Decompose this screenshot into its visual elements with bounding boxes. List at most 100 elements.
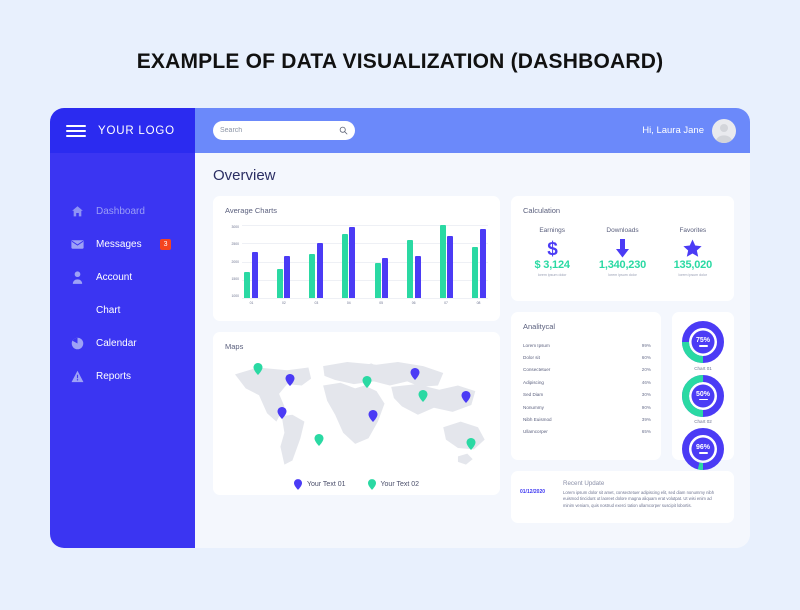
y-tick: 1000 <box>231 294 239 298</box>
bar-series-2 <box>349 226 356 298</box>
sidebar-item-reports[interactable]: Reports <box>50 360 195 393</box>
hamburger-icon[interactable] <box>66 124 86 137</box>
poster: EXAMPLE OF DATA VISUALIZATION (DASHBOARD… <box>0 0 800 610</box>
x-tick: 05 <box>379 301 384 305</box>
analytical-rows: Lorem Ipsum 99% Dolor sit 60% Consectetu… <box>511 331 661 438</box>
recent-update-date: 01/12/2020 <box>520 489 546 495</box>
section-heading: Overview <box>213 167 276 184</box>
map-legend-item-1: Your Text 01 <box>293 479 346 490</box>
donut-gauge: 96% <box>681 427 725 471</box>
map-legend: Your Text 01 Your Text 02 <box>213 473 500 490</box>
analytical-label: Consectetuer <box>523 367 551 373</box>
sidebar-item-account[interactable]: Account <box>50 261 195 294</box>
sidebar-label-dashboard: Dashboard <box>96 206 145 217</box>
bar-series-2 <box>382 257 389 298</box>
donut-label: Chart 02 <box>694 419 712 424</box>
bar-group <box>309 225 323 298</box>
download-arrow-icon <box>587 237 657 259</box>
person-icon <box>70 271 85 284</box>
sidebar-item-calendar[interactable]: Calendar <box>50 327 195 360</box>
map-pin[interactable] <box>253 362 263 375</box>
downloads-value: 1,340,230 <box>598 259 647 271</box>
bar-group <box>341 225 356 298</box>
world-map-shape <box>235 361 485 465</box>
bar-chart-y-axis: 3000 2500 2000 1500 1000 <box>222 225 242 311</box>
analytical-card: Analitycal Lorem Ipsum 99% Dolor sit 60%… <box>511 312 661 460</box>
map-pin[interactable] <box>461 390 471 404</box>
analytical-row: Lorem Ipsum 99% <box>523 339 651 351</box>
map-legend-label: Your Text 01 <box>306 481 346 488</box>
donut-center: 50% <box>681 374 725 418</box>
x-tick: 04 <box>346 301 351 305</box>
analytical-track <box>575 368 633 372</box>
y-tick: 2500 <box>231 242 239 247</box>
x-tick: 06 <box>411 301 416 305</box>
map-pin[interactable] <box>368 409 378 423</box>
analytical-value: 90% <box>641 404 651 410</box>
favorites-value: 135,020 <box>673 259 713 271</box>
analytical-label: Dolor sit <box>523 355 540 361</box>
analytical-track <box>575 405 633 409</box>
bar-group <box>439 225 454 298</box>
donut-label: Chart 01 <box>694 365 712 371</box>
search-box[interactable] <box>213 121 355 140</box>
x-tick: 03 <box>314 301 319 305</box>
recent-update-card: 01/12/2020 Recent Update Lorem ipsum dol… <box>511 471 734 523</box>
sidebar-item-messages[interactable]: Messages 3 <box>50 228 195 261</box>
top-bar-right: Hi, Laura Jane <box>195 108 750 153</box>
analytics-row: Analitycal Lorem Ipsum 99% Dolor sit 60%… <box>511 312 734 478</box>
analytical-track <box>575 393 633 397</box>
donut-value: 96% <box>695 444 710 452</box>
calculation-item-earnings: Earnings $ $ 3,124 lorem ipsum dolor <box>517 227 587 277</box>
envelope-icon <box>70 239 85 250</box>
donut-value: 75% <box>695 337 710 345</box>
star-icon <box>658 237 728 259</box>
bar-chart: 3000 2500 2000 1500 1000 01 02 03 04 05 … <box>213 215 500 311</box>
right-column: Calculation Earnings $ $ 3,124 lorem ips… <box>511 196 734 523</box>
left-column: Average Charts 3000 2500 2000 1500 1000 <box>213 196 500 523</box>
recent-update-title: Recent Update <box>563 480 605 487</box>
analytical-track <box>575 430 633 434</box>
y-tick: 3000 <box>231 225 239 229</box>
analytical-row: Consectetuer 20% <box>523 364 651 376</box>
map-pin[interactable] <box>466 437 476 451</box>
sidebar-item-chart[interactable]: Chart <box>50 294 195 327</box>
bar-series-1 <box>374 263 381 298</box>
analytical-value: 39% <box>641 417 651 423</box>
downloads-sub: lorem ipsum dolor <box>608 273 637 277</box>
map-pin[interactable] <box>410 367 420 380</box>
world-map[interactable] <box>223 355 490 473</box>
map-pin[interactable] <box>277 406 287 419</box>
analytical-title: Analitycal <box>523 322 556 331</box>
analytical-track <box>575 356 633 360</box>
svg-text:$: $ <box>547 239 558 258</box>
calculation-item-downloads: Downloads 1,340,230 lorem ipsum dolor <box>587 227 657 277</box>
search-icon[interactable] <box>339 126 348 135</box>
map-pin[interactable] <box>314 433 324 446</box>
bar-series-1 <box>341 234 348 298</box>
donut-item-1: 75% Chart 01 <box>672 320 734 371</box>
analytical-label: Lorem Ipsum <box>523 342 550 348</box>
avatar[interactable] <box>712 118 736 143</box>
analytical-row: Adipiscing 46% <box>523 376 651 388</box>
bar-series-2 <box>316 243 323 298</box>
map-legend-label: Your Text 02 <box>380 481 420 488</box>
bar-series-2 <box>251 252 258 298</box>
sidebar-item-dashboard[interactable]: Dashboard <box>50 195 195 228</box>
analytical-row: Sed Diam 30% <box>523 389 651 401</box>
analytical-track <box>575 418 633 422</box>
bar-group <box>244 225 258 298</box>
user-area[interactable]: Hi, Laura Jane <box>642 118 736 143</box>
map-pin[interactable] <box>418 389 428 403</box>
bar-chart-bars <box>242 225 488 298</box>
sidebar-label-messages: Messages <box>96 239 142 250</box>
y-tick: 2000 <box>231 259 239 264</box>
calculation-row: Earnings $ $ 3,124 lorem ipsum dolor Dow… <box>511 215 734 277</box>
map-pin[interactable] <box>285 373 295 386</box>
average-charts-title: Average Charts <box>225 206 277 215</box>
map-pin[interactable] <box>362 375 372 388</box>
bar-group <box>276 225 291 298</box>
search-input[interactable] <box>220 127 339 134</box>
bar-series-1 <box>472 246 479 298</box>
bar-series-2 <box>414 256 421 298</box>
